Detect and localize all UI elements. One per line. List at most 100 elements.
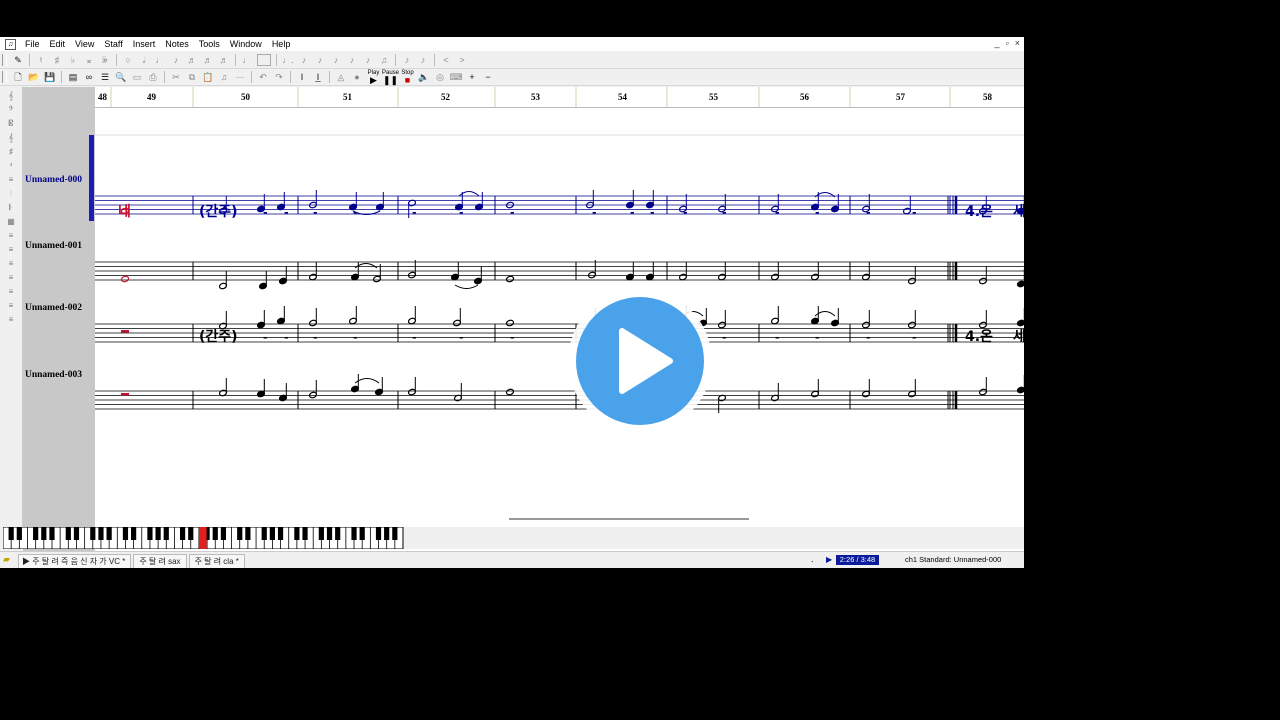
staff-label[interactable]: Unnamed-001 xyxy=(25,241,82,251)
crescendo-icon[interactable]: < xyxy=(438,53,454,67)
dotted-note-icon[interactable]: ♩. xyxy=(280,53,296,67)
menu-notes[interactable]: Notes xyxy=(160,39,194,49)
menu-edit[interactable]: Edit xyxy=(45,39,71,49)
double-flat-icon[interactable]: 𝄫 xyxy=(97,53,113,67)
menu-staff[interactable]: Staff xyxy=(99,39,127,49)
time-signature-icon[interactable]: ⁴ xyxy=(4,161,18,171)
sixteenth-note-icon[interactable]: ♬ xyxy=(184,53,200,67)
flat-icon[interactable]: ♭ xyxy=(65,53,81,67)
folder-icon[interactable]: ▰ xyxy=(3,554,14,564)
record-icon[interactable]: ● xyxy=(349,70,365,84)
flag-icon[interactable]: ♪ xyxy=(360,53,376,67)
half-note-icon[interactable]: 𝅗𝅥 xyxy=(136,53,152,67)
keyboard-icon[interactable]: ⌨ xyxy=(448,70,464,84)
print-icon[interactable]: ⎙ xyxy=(145,70,161,84)
play-position-icon[interactable]: ▶ xyxy=(826,555,832,564)
tab-track-2[interactable]: 주 탈 려 sax xyxy=(133,554,187,568)
menu-window[interactable]: Window xyxy=(225,39,267,49)
tab-track-3[interactable]: 주 탈 려 cla * xyxy=(188,554,245,568)
staff-tool-icon[interactable]: ☰ xyxy=(97,70,113,84)
bar-line-icon[interactable]: 𝄀 xyxy=(4,189,18,199)
decrescendo-icon[interactable]: > xyxy=(454,53,470,67)
midi-icon[interactable]: ◎ xyxy=(432,70,448,84)
restore-button[interactable]: ▫ xyxy=(1006,38,1009,48)
natural-icon[interactable]: ♮ xyxy=(33,53,49,67)
beam-icon[interactable]: ♪ xyxy=(344,53,360,67)
grid-icon[interactable]: ▦ xyxy=(4,217,18,227)
layout-icon-4[interactable]: ≡ xyxy=(4,273,18,283)
select-tool-icon[interactable]: ✎ xyxy=(10,53,26,67)
toolbar-grip[interactable] xyxy=(2,54,7,66)
add-icon[interactable]: + xyxy=(464,70,480,84)
paste-notes-icon[interactable]: ♫ xyxy=(216,70,232,84)
piano-keyboard[interactable] xyxy=(3,527,405,549)
toolbar-grip[interactable] xyxy=(2,71,7,83)
rest-box-icon[interactable] xyxy=(257,54,271,66)
menu-help[interactable]: Help xyxy=(267,39,296,49)
pause-button[interactable]: Pause ❚❚ xyxy=(382,70,399,85)
metronome-icon[interactable]: ◬ xyxy=(333,70,349,84)
key-signature-icon[interactable]: ♯ xyxy=(4,147,18,157)
tab-track-1[interactable]: ▶ 주 탈 려 즉 음 신 자 가 VC * xyxy=(18,554,132,568)
measure-ruler[interactable]: 48 49 50 51 52 53 54 55 56 57 58 xyxy=(95,87,1024,108)
layout-icon-3[interactable]: ≡ xyxy=(4,259,18,269)
clef-icon[interactable]: 𝄞 xyxy=(4,91,18,101)
staff-label[interactable]: Unnamed-002 xyxy=(25,303,82,313)
cut-icon[interactable]: ✂ xyxy=(168,70,184,84)
minimize-button[interactable]: _ xyxy=(995,38,1000,48)
stop-button[interactable]: Stop ■ xyxy=(399,70,416,85)
sharp-icon[interactable]: ♯ xyxy=(49,53,65,67)
paste-lyrics-icon[interactable]: ⋯ xyxy=(232,70,248,84)
menu-insert[interactable]: Insert xyxy=(128,39,161,49)
staff-label[interactable]: Unnamed-003 xyxy=(25,370,82,380)
close-button[interactable]: × xyxy=(1015,38,1020,48)
speaker-icon[interactable]: 🔈 xyxy=(416,70,432,84)
layout-icon-1[interactable]: ≡ xyxy=(4,231,18,241)
score-canvas[interactable]: 네 (간주) 4.온 세 - - - - - - - - - - - - - - - - (간주) 4.온 세… xyxy=(95,108,1024,553)
treble8-icon[interactable]: 𝄞 xyxy=(4,133,18,143)
staff-line-icon[interactable]: ≡ xyxy=(4,175,18,185)
stem-down-icon[interactable]: ♪ xyxy=(415,53,431,67)
zoom-icon[interactable]: 🔍 xyxy=(113,70,129,84)
triplet-icon[interactable]: ♪ xyxy=(296,53,312,67)
stem-up-icon[interactable]: ♪ xyxy=(399,53,415,67)
remove-icon[interactable]: − xyxy=(480,70,496,84)
print-preview-icon[interactable]: ▭ xyxy=(129,70,145,84)
tie-icon[interactable]: ♪ xyxy=(312,53,328,67)
repeat-icon[interactable]: 𝄆 xyxy=(4,203,18,213)
quarter-note-icon[interactable]: ♩ xyxy=(152,53,168,67)
tuplet-icon[interactable]: ♪ xyxy=(328,53,344,67)
double-sharp-icon[interactable]: 𝄪 xyxy=(81,53,97,67)
whole-note-icon[interactable]: ○ xyxy=(120,53,136,67)
grace-note-icon[interactable]: ♩ xyxy=(239,53,255,67)
layout-icon-5[interactable]: ≡ xyxy=(4,287,18,297)
lyric-tool-icon[interactable]: I̲ xyxy=(310,70,326,84)
glasses-icon[interactable]: ∞ xyxy=(81,70,97,84)
layout-icon-2[interactable]: ≡ xyxy=(4,245,18,255)
open-file-icon[interactable]: 📂 xyxy=(26,70,42,84)
text-cursor-icon[interactable]: I xyxy=(294,70,310,84)
undo-icon[interactable]: ↶ xyxy=(255,70,271,84)
bass-clef-icon[interactable]: 𝄢 xyxy=(4,105,18,115)
chord-icon[interactable]: ♫ xyxy=(376,53,392,67)
scroll-thumb[interactable] xyxy=(509,518,749,520)
video-play-button[interactable] xyxy=(566,287,714,435)
menu-file[interactable]: File xyxy=(20,39,45,49)
staff-label[interactable]: Unnamed-000 xyxy=(25,175,82,185)
page-view-icon[interactable]: ▤ xyxy=(65,70,81,84)
sixty-fourth-note-icon[interactable]: ♬ xyxy=(216,53,232,67)
save-icon[interactable]: 💾 xyxy=(42,70,58,84)
menu-view[interactable]: View xyxy=(70,39,99,49)
play-button[interactable]: Play ▶ xyxy=(365,70,382,85)
menu-tools[interactable]: Tools xyxy=(194,39,225,49)
app-icon[interactable]: ♫ xyxy=(5,39,16,50)
layout-icon-7[interactable]: ≡ xyxy=(4,315,18,325)
new-file-icon[interactable]: 🗋 xyxy=(10,70,26,84)
redo-icon[interactable]: ↷ xyxy=(271,70,287,84)
paste-icon[interactable]: 📋 xyxy=(200,70,216,84)
thirty-second-note-icon[interactable]: ♬ xyxy=(200,53,216,67)
layout-icon-6[interactable]: ≡ xyxy=(4,301,18,311)
horizontal-scrollbar[interactable] xyxy=(95,515,1024,527)
copy-icon[interactable]: ⧉ xyxy=(184,70,200,84)
eighth-note-icon[interactable]: ♪ xyxy=(168,53,184,67)
